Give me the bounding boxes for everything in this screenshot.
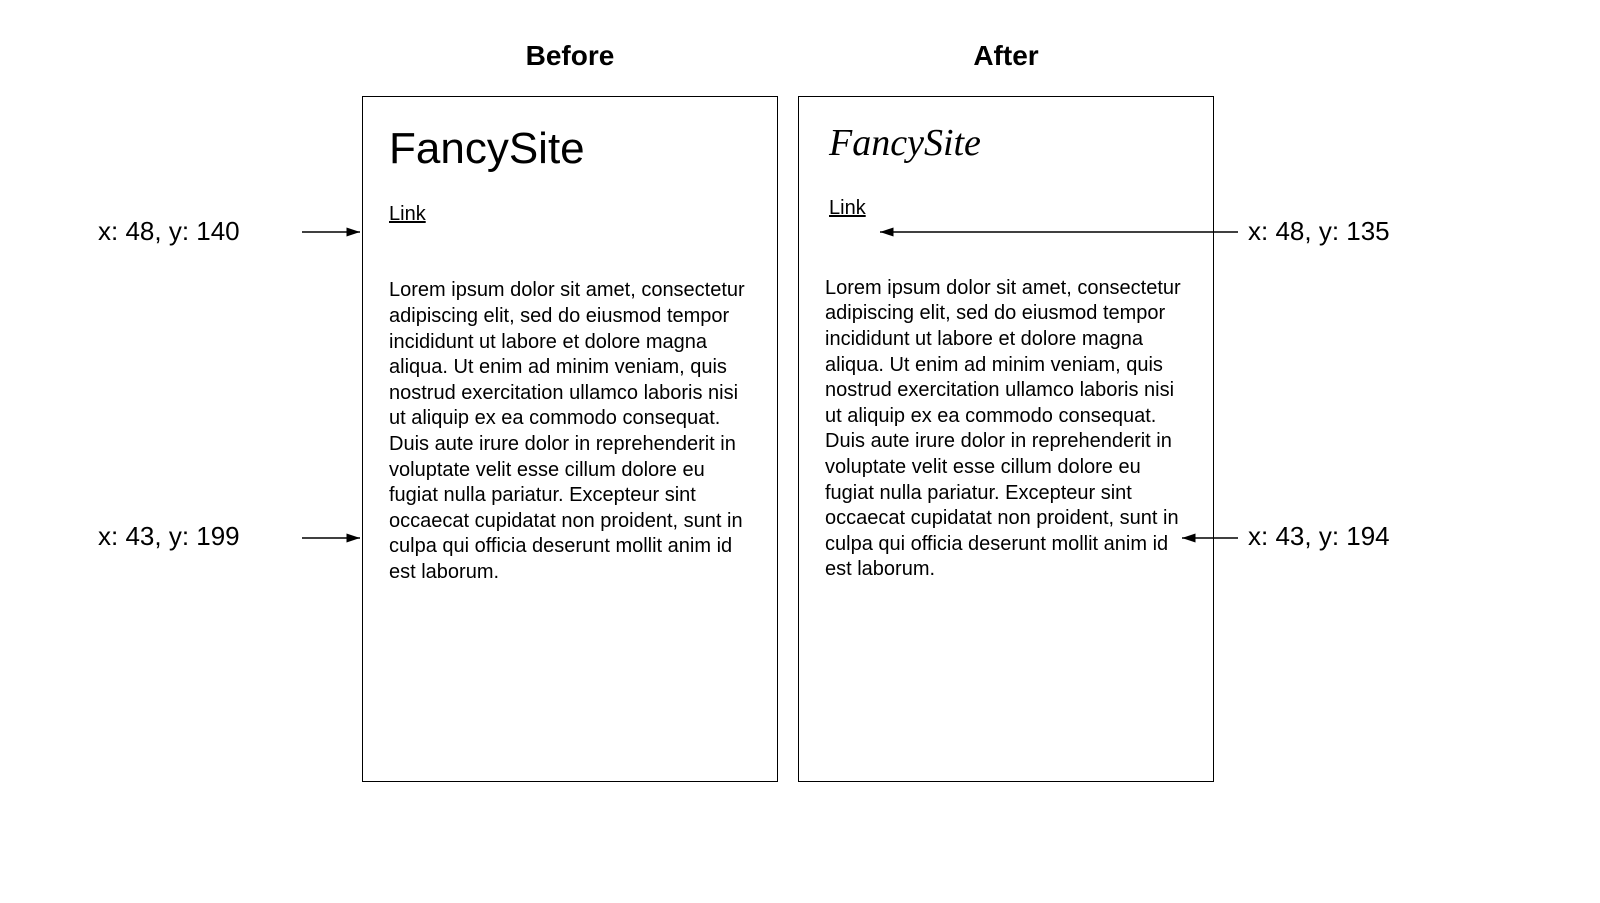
site-title-after: FancySite (829, 123, 1191, 165)
coord-label-after-body: x: 43, y: 194 (1248, 521, 1390, 552)
column-header-after: After (798, 40, 1214, 72)
site-title-before: FancySite (389, 125, 755, 173)
arrow-icon (302, 528, 362, 548)
coord-label-after-link: x: 48, y: 135 (1248, 216, 1390, 247)
arrow-icon (302, 222, 362, 242)
coord-label-before-body: x: 43, y: 199 (98, 521, 240, 552)
demo-link-before[interactable]: Link (389, 203, 426, 226)
body-text-before: Lorem ipsum dolor sit amet, consectetur … (389, 278, 755, 585)
column-header-before: Before (362, 40, 778, 72)
arrow-icon (1180, 528, 1238, 548)
demo-link-after[interactable]: Link (829, 197, 866, 220)
mockup-frame-before: FancySite Link Lorem ipsum dolor sit ame… (362, 96, 778, 782)
coord-label-before-link: x: 48, y: 140 (98, 216, 240, 247)
arrow-icon (878, 222, 1238, 242)
body-text-after: Lorem ipsum dolor sit amet, consectetur … (825, 276, 1191, 583)
mockup-frame-after: FancySite Link Lorem ipsum dolor sit ame… (798, 96, 1214, 782)
